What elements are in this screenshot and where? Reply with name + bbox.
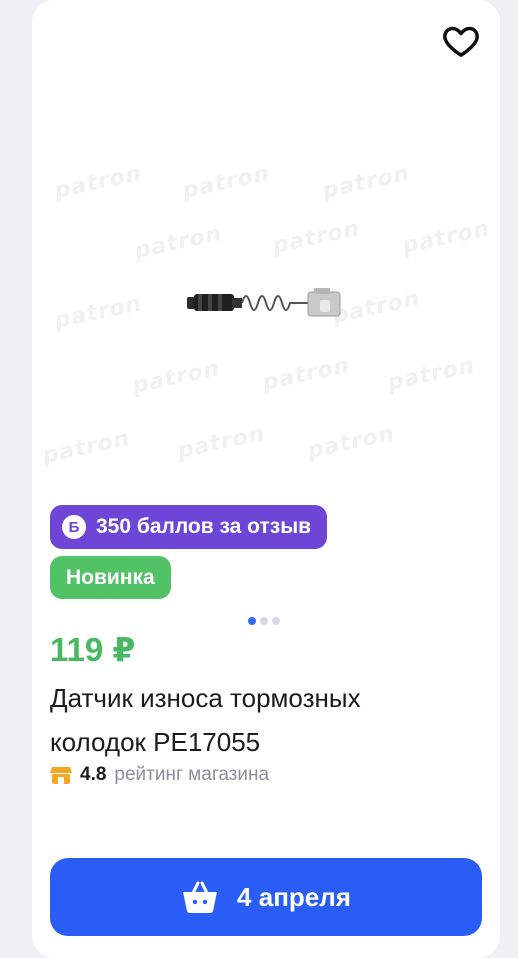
rating-label: рейтинг магазина (114, 764, 270, 785)
gallery-pagination (248, 617, 280, 625)
brake-wear-sensor-picture (187, 288, 341, 317)
watermark: patron (320, 161, 413, 204)
delivery-date-label: 4 апреля (237, 881, 351, 912)
watermark: patron (130, 356, 223, 399)
gallery-dot[interactable] (260, 617, 268, 625)
product-image[interactable]: patron patron patron patron patron patro… (32, 100, 500, 500)
shop-icon (50, 767, 72, 784)
heart-icon (443, 26, 479, 57)
watermark: patron (400, 216, 493, 259)
product-title[interactable]: Датчик износа тормозных колодок PE17055 (50, 676, 450, 764)
new-badge-label: Новинка (66, 565, 155, 589)
watermark: patron (52, 161, 145, 204)
watermark: patron (305, 421, 398, 464)
add-to-cart-button[interactable]: 4 апреля (50, 858, 482, 936)
watermark: patron (180, 161, 273, 204)
watermark: patron (52, 291, 145, 334)
watermark: patron (260, 353, 353, 396)
watermark: patron (132, 221, 225, 264)
shop-rating: 4.8 рейтинг магазина (50, 764, 269, 786)
points-badge-label: 350 баллов за отзыв (96, 515, 312, 538)
favorite-button[interactable] (438, 18, 484, 64)
points-icon: Б (62, 515, 86, 539)
watermark: patron (270, 216, 363, 259)
watermark: patron (40, 426, 133, 469)
review-points-badge[interactable]: Б 350 баллов за отзыв (50, 505, 328, 549)
new-badge: Новинка (50, 556, 171, 599)
product-price: 119 ₽ (50, 631, 136, 668)
rating-value: 4.8 (80, 764, 107, 785)
basket-icon (183, 881, 218, 914)
watermark: patron (385, 353, 478, 396)
gallery-dot[interactable] (272, 617, 280, 625)
watermark: patron (175, 421, 268, 464)
gallery-dot[interactable] (248, 617, 256, 625)
